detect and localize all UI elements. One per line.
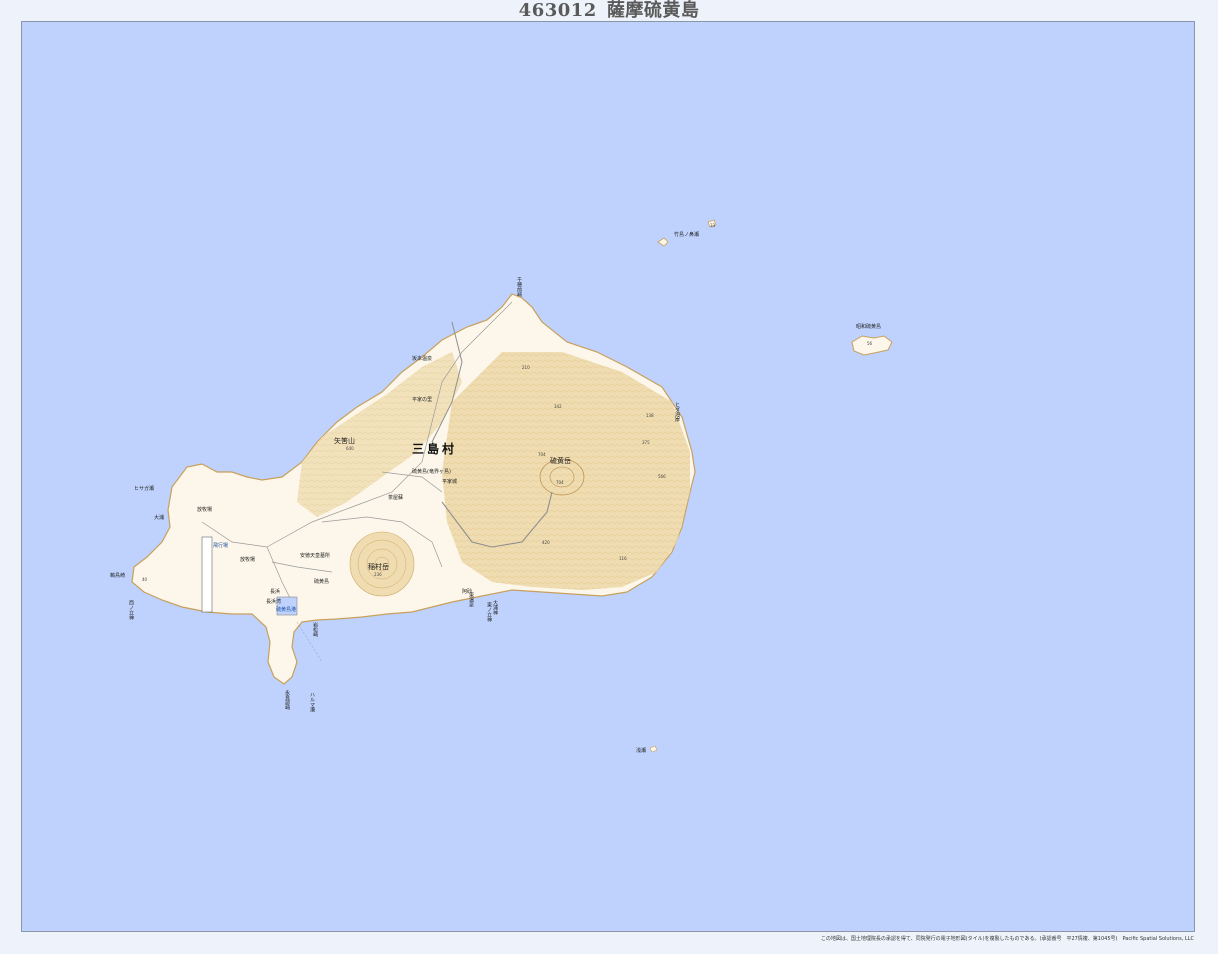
yahazu-label: 矢筈山: [334, 437, 355, 445]
elevation-point: 704: [556, 480, 564, 485]
elevation-point: 640: [346, 446, 354, 451]
municipality-label: 三島村: [412, 442, 458, 456]
senpo-point-label: 千穂前崎: [516, 277, 522, 297]
heike-castle-label: 平家城: [442, 479, 458, 485]
iodake-label: 硫黄岳: [550, 457, 571, 465]
sakamoto-onsen-label: 坂本温泉: [412, 356, 433, 362]
asase-label: 浅瀬: [636, 748, 647, 754]
elevation-point: 33: [710, 223, 716, 228]
asase-rock: [649, 745, 658, 753]
oura-shrine-label: 大浦神: [492, 600, 498, 615]
elevation-point: 210: [522, 365, 530, 370]
elevation-point: 704: [538, 452, 546, 457]
antoku-tomb-label: 安徳天皇墓所: [300, 553, 331, 559]
nagahama-bay-label: 長浜湾: [266, 599, 282, 605]
sheet-name: 薩摩硫黄島: [606, 0, 700, 21]
airfield-label: 飛行場: [213, 543, 229, 549]
map-sheet-title: 463012 薩摩硫黄島: [0, 0, 1218, 22]
nagahama-label: 長浜: [270, 589, 281, 595]
hisaga-label: ヒサガ瀬: [134, 486, 155, 492]
iojima-settlement-label: 硫黄島: [314, 579, 330, 585]
erabu-point-label: 永良部崎: [284, 690, 290, 710]
copyright-credit: この地図は、国土地理院長の承認を得て、同院発行の電子地形図(タイル)を複製したも…: [820, 936, 1194, 942]
hida-coast-label: ヒダ海岸: [674, 402, 680, 422]
elevation-point: 375: [642, 440, 650, 445]
west-tatigami-label: 西ノ立神: [128, 600, 134, 620]
showa-iojima-label: 昭和硫黄島: [856, 324, 882, 330]
iwamatsu-point-label: 岩松崎: [312, 622, 318, 637]
elevation-point: 236: [374, 572, 382, 577]
haruma-reef-label: ハルマ瀬: [309, 692, 315, 712]
takeshima-islet: [657, 237, 669, 247]
asuna-label: 阿砂: [462, 589, 473, 595]
airfield-runway: [201, 536, 213, 613]
elevation-point: 40: [142, 577, 148, 582]
elevation-point: 566: [658, 474, 666, 479]
elevation-point: 56: [867, 341, 873, 346]
elevation-point: 342: [554, 404, 562, 409]
inamuradake-label: 稲村岳: [368, 563, 389, 571]
elevation-point: 116: [619, 556, 627, 561]
elevation-point: 138: [646, 413, 654, 418]
ourai-label: 大浦: [154, 515, 165, 521]
ranch2-label: 放牧場: [240, 557, 256, 563]
takeshima-label: 竹島ノ鼻瀬: [674, 232, 700, 238]
map-canvas[interactable]: 三島村 矢筈山 硫黄岳 稲村岳 ヒサガ瀬 大浦 鵜鳥崎 飛行場 放牧場 放牧場 …: [21, 21, 1195, 932]
chaya-label: 茶屋蘇: [388, 495, 404, 501]
port-label: 硫黄島港: [276, 607, 297, 613]
map-graphics: [131, 219, 893, 753]
elevation-point: 420: [542, 540, 550, 545]
otoriba-label: 鵜鳥崎: [110, 573, 126, 579]
iojima-shrine-label: 硫黄島(竜界ヶ島): [412, 469, 451, 475]
east-tatigami-label: 東ノ立神: [486, 602, 492, 622]
ranch-label: 放牧場: [197, 507, 213, 513]
heike-village-label: 平家の里: [412, 397, 433, 403]
sheet-code: 463012: [518, 0, 597, 21]
